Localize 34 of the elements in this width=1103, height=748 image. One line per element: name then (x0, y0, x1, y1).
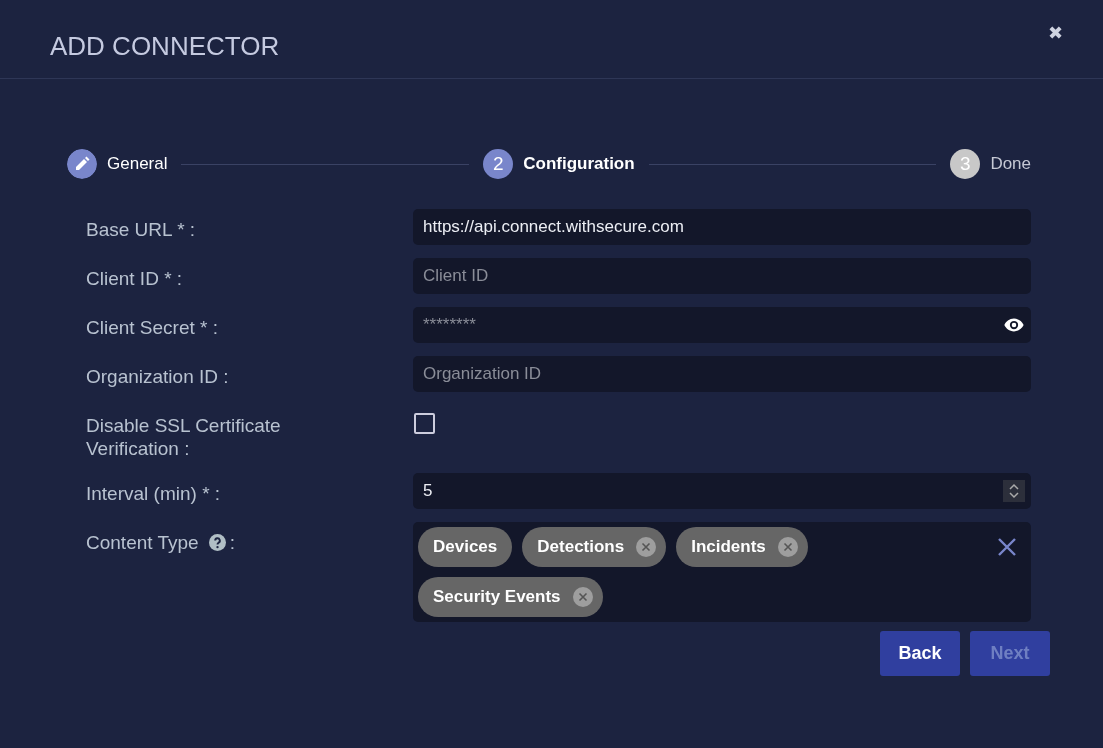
step-label: Done (990, 154, 1031, 174)
field-label: Client Secret * : (86, 316, 218, 339)
field-value: 5 (423, 481, 433, 501)
field-label: Organization ID : (86, 365, 229, 388)
step-number: 2 (483, 149, 514, 179)
field-label: Interval (min) * : (86, 482, 221, 505)
step-button[interactable]: Back (880, 631, 960, 676)
tag-label: Detections (537, 537, 625, 557)
label-colon: : (229, 531, 235, 554)
remove-icon[interactable] (572, 587, 593, 607)
field-label: Base URL * : (86, 218, 196, 241)
field-label: Content Type (86, 531, 199, 554)
clear-icon[interactable] (997, 537, 1017, 557)
number-field[interactable]: 5 (413, 473, 1031, 509)
remove-icon[interactable] (636, 537, 657, 557)
checkbox[interactable] (414, 412, 435, 434)
text-field[interactable]: Organization ID (413, 356, 1031, 392)
help-icon[interactable] (208, 534, 226, 551)
dialog-title: ADD CONNECTOR (50, 31, 280, 62)
remove-icon[interactable] (777, 537, 798, 557)
field-label: Disable SSL Certificate Verification : (86, 414, 282, 460)
step-label: Configuration (523, 154, 635, 174)
password-field[interactable]: ******** (413, 307, 1031, 343)
placeholder-text: ******** (423, 315, 476, 335)
multi-select-field[interactable]: Devices Detections Incidents Security Events (413, 522, 1031, 622)
text-field[interactable]: https://api.connect.withsecure.com (413, 209, 1031, 245)
step-label: General (107, 154, 168, 174)
tag-label: Devices (433, 537, 498, 557)
spinner-icon[interactable] (1003, 480, 1025, 502)
field-label: Client ID * : (86, 267, 183, 290)
tag-label: Security Events (433, 587, 561, 607)
tag-label: Incidents (691, 537, 766, 557)
text-field[interactable]: Client ID (413, 258, 1031, 294)
close-button[interactable]: ✖ (1046, 20, 1065, 46)
